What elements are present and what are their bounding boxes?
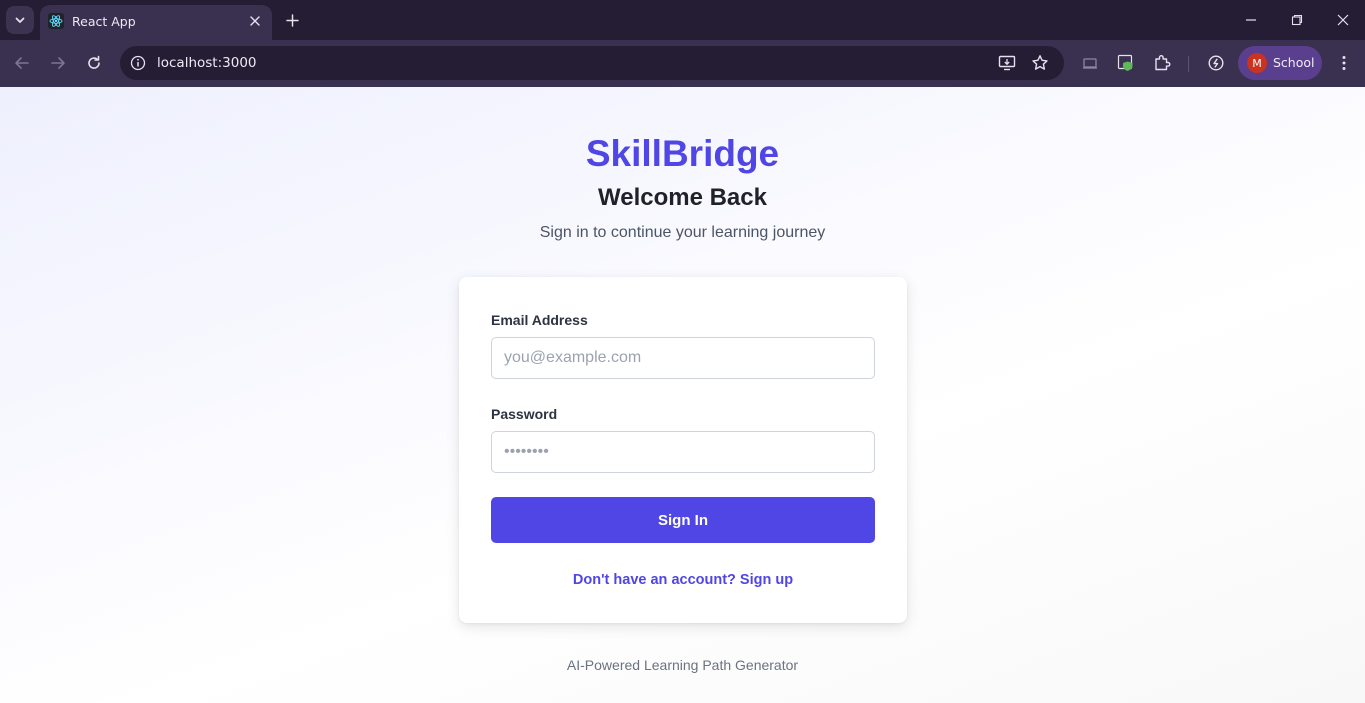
close-icon <box>250 16 260 26</box>
performance-icon <box>1208 55 1224 71</box>
extensions-button[interactable] <box>1151 52 1173 74</box>
site-info-button[interactable] <box>128 53 148 73</box>
url-text[interactable]: localhost:3000 <box>157 55 257 71</box>
site-info-icon <box>130 55 146 71</box>
sign-in-button[interactable]: Sign In <box>491 497 875 543</box>
profile-name: School <box>1273 55 1315 70</box>
install-app-button[interactable] <box>997 53 1017 73</box>
restore-button[interactable] <box>1287 10 1307 30</box>
reload-button[interactable] <box>82 51 106 75</box>
profile-button[interactable]: M School <box>1238 46 1322 80</box>
back-button[interactable] <box>10 51 34 75</box>
back-arrow-icon <box>15 57 29 69</box>
browser-menu-button[interactable] <box>1334 52 1354 74</box>
react-favicon-icon <box>48 13 64 29</box>
install-app-icon <box>998 55 1016 71</box>
tab-title: React App <box>72 14 136 29</box>
kebab-menu-icon <box>1342 56 1346 70</box>
password-input[interactable] <box>491 431 875 473</box>
page-title: Welcome Back <box>598 184 767 211</box>
page-subtitle: Sign in to continue your learning journe… <box>539 224 826 241</box>
tab-search-button[interactable] <box>6 6 34 34</box>
new-tab-button[interactable] <box>282 10 302 30</box>
browser-tab-active[interactable]: React App <box>40 5 272 40</box>
forward-arrow-icon <box>51 57 65 69</box>
sign-up-link[interactable]: Don't have an account? Sign up <box>459 572 907 588</box>
avatar: M <box>1247 53 1267 73</box>
bookmark-star-icon <box>1032 55 1048 70</box>
cast-button[interactable] <box>1079 52 1101 74</box>
address-bar[interactable]: localhost:3000 <box>120 46 1064 80</box>
login-page: SkillBridge Welcome Back Sign in to cont… <box>0 87 1365 703</box>
email-input[interactable] <box>491 337 875 379</box>
extensions-puzzle-icon <box>1155 55 1171 71</box>
email-label: Email Address <box>491 312 588 328</box>
toolbar-separator <box>1188 56 1189 72</box>
minimize-icon <box>1246 19 1256 21</box>
minimize-button[interactable] <box>1241 10 1261 30</box>
chevron-down-icon <box>15 17 25 23</box>
reload-icon <box>88 55 100 69</box>
password-label: Password <box>491 406 558 422</box>
shield-extension-button[interactable] <box>1115 52 1137 74</box>
plus-icon <box>285 13 299 27</box>
footer-tagline: AI-Powered Learning Path Generator <box>566 657 799 673</box>
browser-tab-strip: React App <box>0 0 1365 40</box>
shield-extension-icon <box>1117 54 1133 71</box>
tab-close-button[interactable] <box>246 12 264 30</box>
restore-icon <box>1291 14 1303 26</box>
window-close-icon <box>1337 14 1349 26</box>
brand-logo-text: SkillBridge <box>585 133 780 174</box>
cast-icon <box>1083 58 1097 69</box>
forward-button[interactable] <box>46 51 70 75</box>
browser-toolbar: localhost:3000 M School <box>0 40 1365 87</box>
bookmark-button[interactable] <box>1030 53 1050 73</box>
login-card: Email Address Password Sign In Don't hav… <box>459 277 907 623</box>
window-close-button[interactable] <box>1333 10 1353 30</box>
performance-button[interactable] <box>1205 52 1227 74</box>
